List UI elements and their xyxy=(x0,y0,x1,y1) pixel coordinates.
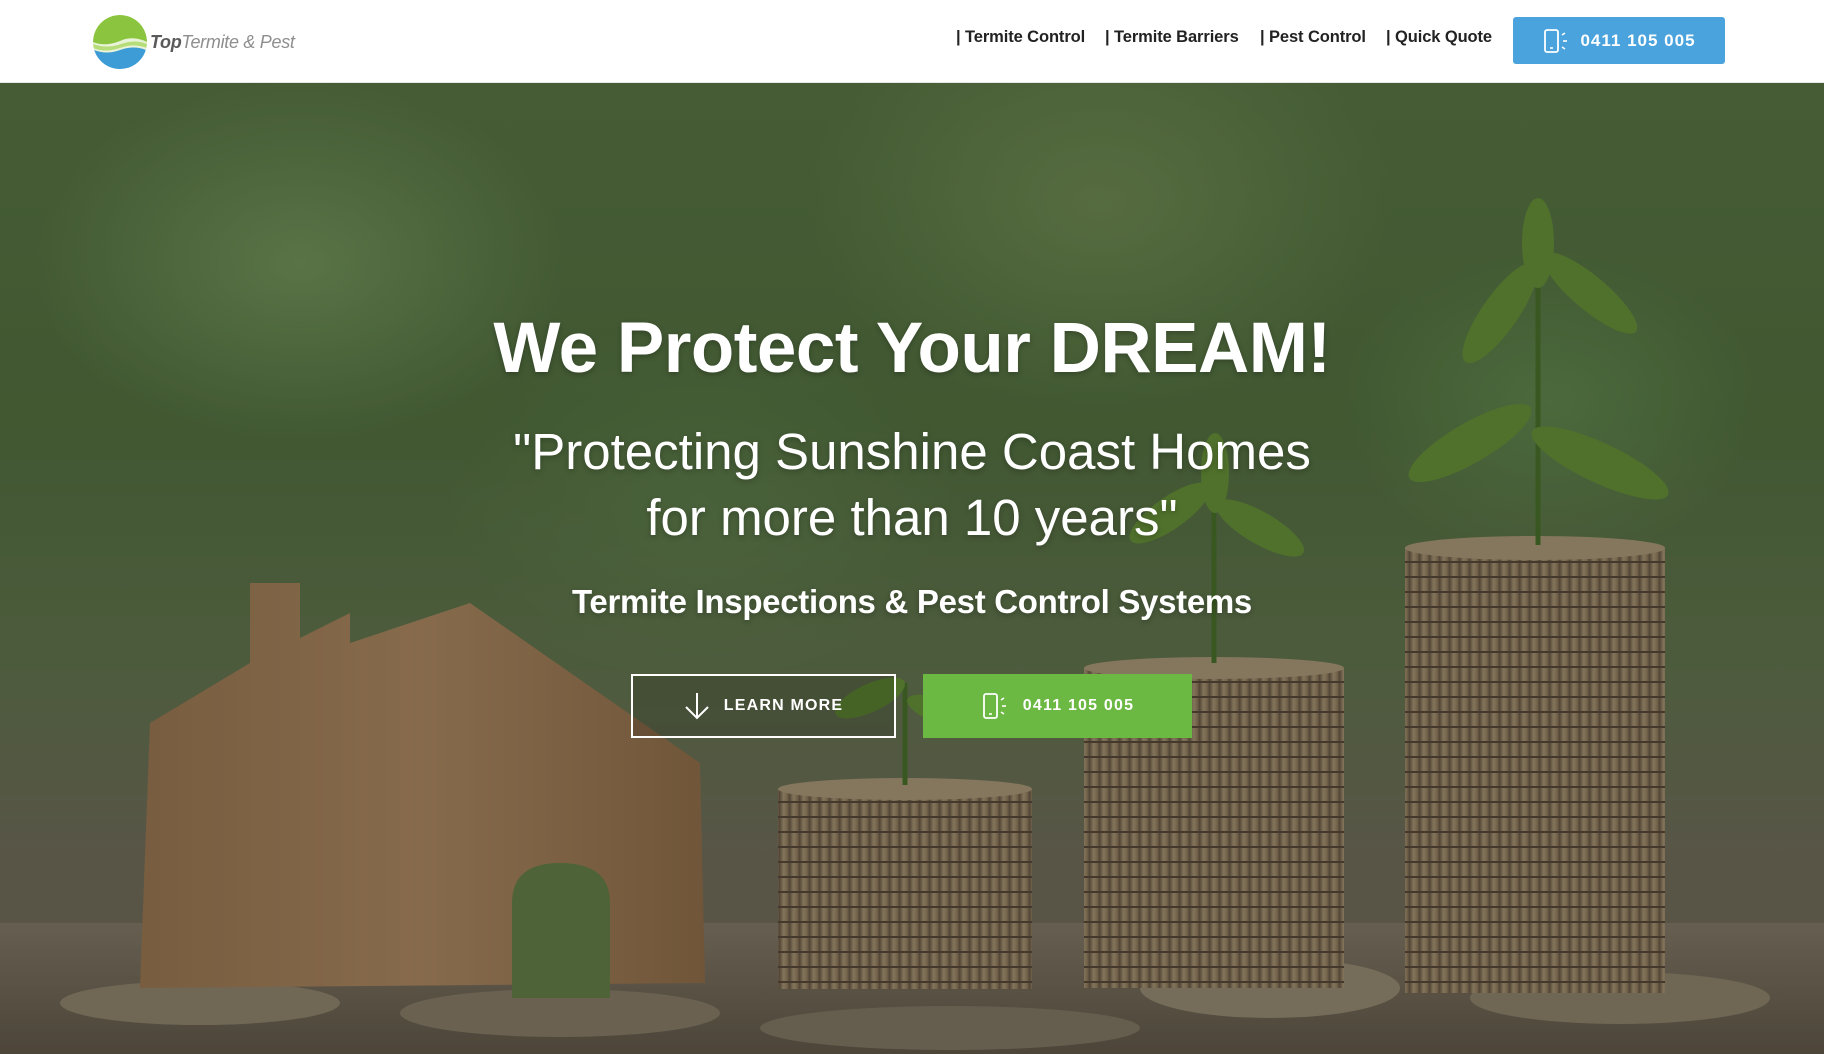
nav-item-quick-quote[interactable]: | Quick Quote xyxy=(1386,28,1492,47)
nav-item-pest-control[interactable]: | Pest Control xyxy=(1260,28,1366,47)
hero-section: We Protect Your DREAM! "Protecting Sunsh… xyxy=(0,83,1824,1054)
logo[interactable]: TopTermite & Pest xyxy=(93,15,295,69)
hero-subline-line-2: for more than 10 years" xyxy=(646,489,1178,546)
header-phone-label: 0411 105 005 xyxy=(1580,30,1696,50)
hero-headline: We Protect Your DREAM! xyxy=(493,309,1331,388)
learn-more-button[interactable]: LEARN MORE xyxy=(631,674,896,738)
hero-phone-button[interactable]: 0411 105 005 xyxy=(923,674,1192,738)
logo-mark-icon xyxy=(93,15,147,69)
phone-ringing-icon xyxy=(1544,28,1568,53)
phone-ringing-icon xyxy=(982,693,1006,719)
hero-subline-line-1: "Protecting Sunshine Coast Homes xyxy=(513,423,1311,480)
hero-tagline: Termite Inspections & Pest Control Syste… xyxy=(572,583,1252,620)
logo-text-rest: Termite & Pest xyxy=(181,31,295,52)
nav-item-termite-barriers[interactable]: | Termite Barriers xyxy=(1105,28,1239,47)
nav-item-termite-control[interactable]: | Termite Control xyxy=(956,28,1085,47)
logo-text: TopTermite & Pest xyxy=(150,32,295,53)
hero-phone-label: 0411 105 005 xyxy=(1022,697,1135,714)
header-phone-button[interactable]: 0411 105 005 xyxy=(1513,17,1725,64)
hero-subline: "Protecting Sunshine Coast Homes for mor… xyxy=(0,419,1824,551)
hero-content: We Protect Your DREAM! "Protecting Sunsh… xyxy=(0,83,1824,1054)
arrow-down-icon xyxy=(685,693,709,720)
site-header: TopTermite & Pest | Termite Control | Te… xyxy=(0,0,1824,83)
learn-more-label: LEARN MORE xyxy=(723,697,844,714)
logo-text-top: Top xyxy=(150,31,182,52)
